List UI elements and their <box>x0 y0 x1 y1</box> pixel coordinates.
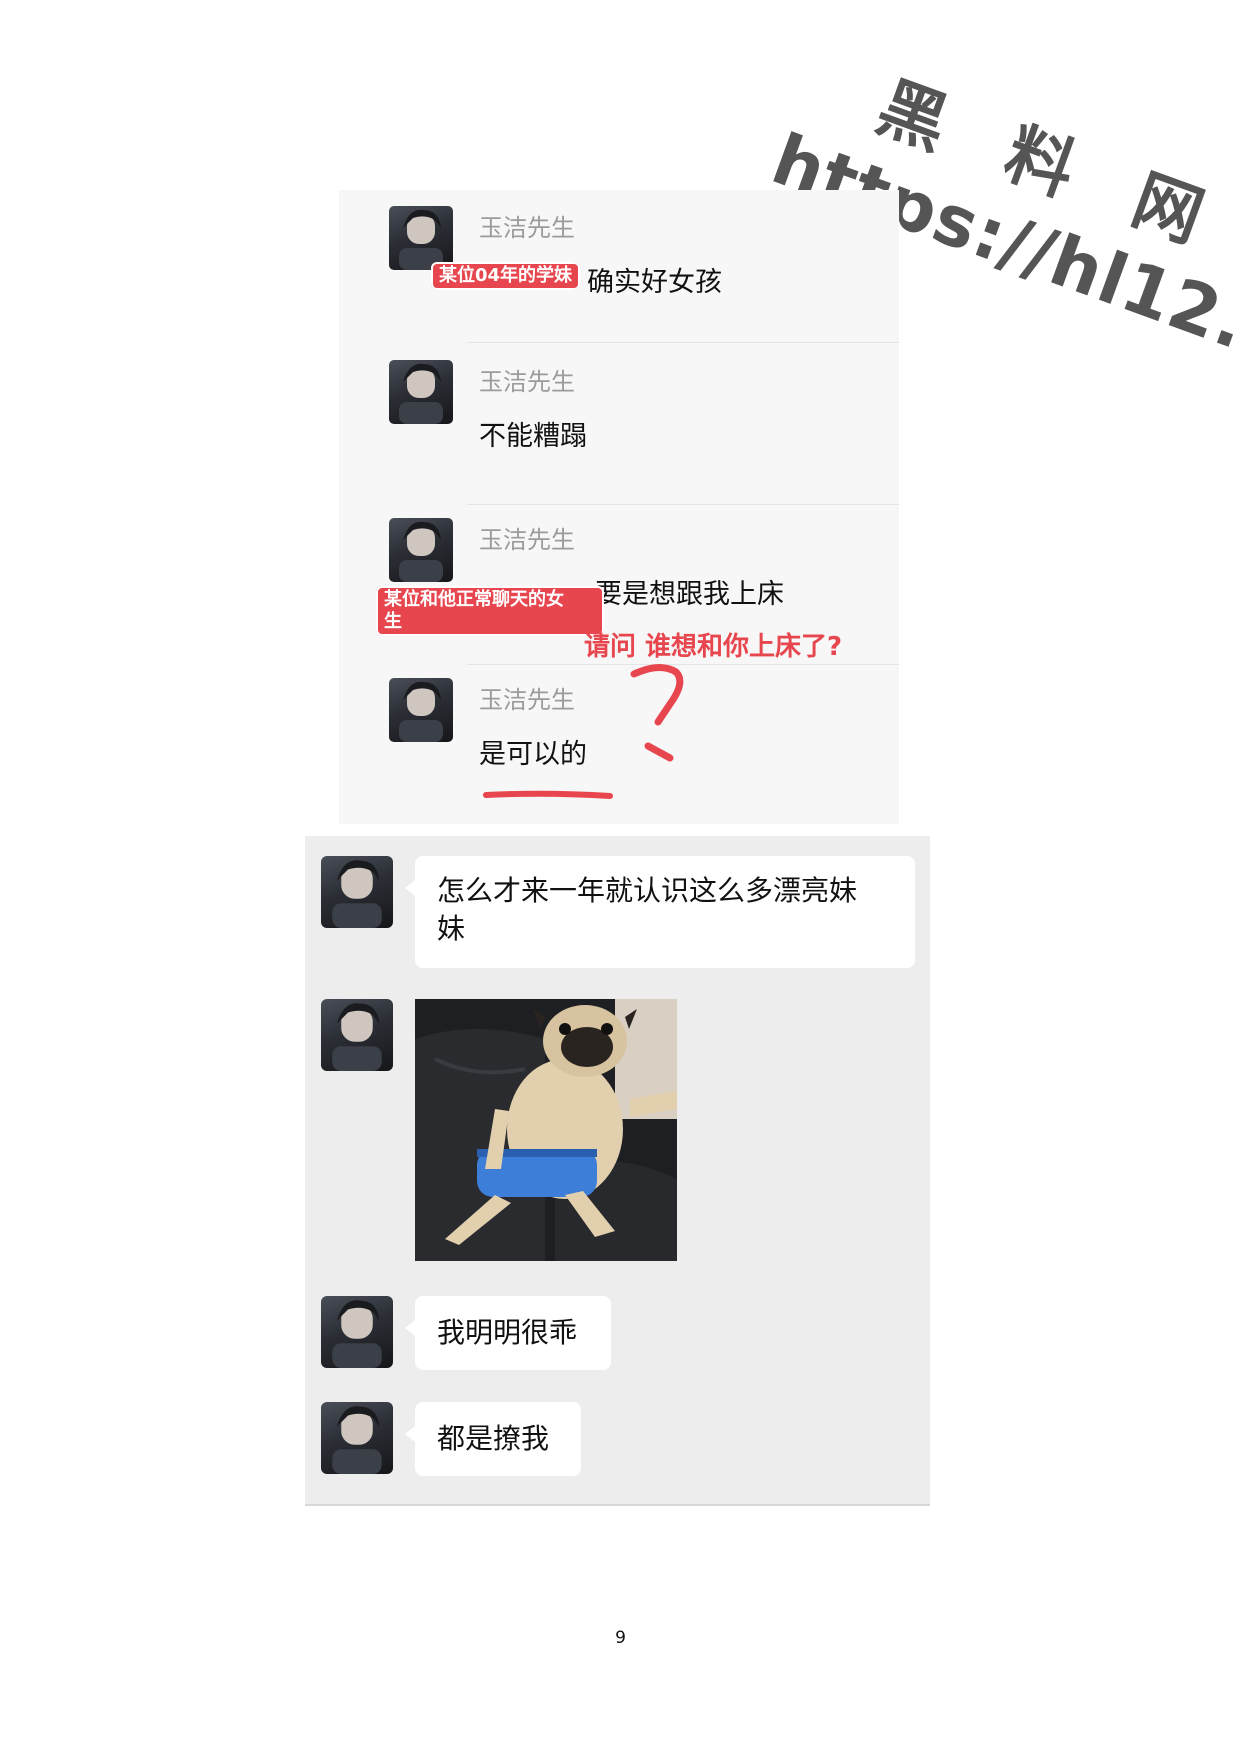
comment-list-screenshot: 玉洁先生 确实好女孩 玉洁先生 不能糟蹋 玉洁先生 要是想跟我上床 玉洁先生 是… <box>339 190 899 824</box>
avatar[interactable] <box>321 856 393 928</box>
avatar[interactable] <box>389 206 453 270</box>
page-number: 9 <box>615 1628 626 1648</box>
comment-item: 玉洁先生 确实好女孩 <box>339 190 899 352</box>
pug-sticker-icon[interactable] <box>415 999 677 1261</box>
avatar[interactable] <box>321 1296 393 1368</box>
commenter-name: 玉洁先生 <box>479 686 575 714</box>
redaction-label: 某位04年的学妹 <box>431 262 581 290</box>
avatar[interactable] <box>321 999 393 1071</box>
red-annotation: 请问 谁想和你上床了? <box>584 632 843 662</box>
commenter-name: 玉洁先生 <box>479 526 575 554</box>
divider <box>467 342 899 343</box>
avatar[interactable] <box>389 360 453 424</box>
chat-screenshot: 怎么才来一年就认识这么多漂亮妹 妹 我明明很乖 都是撩我 <box>305 836 930 1506</box>
message-text-line: 怎么才来一年就认识这么多漂亮妹 <box>437 874 858 907</box>
comment-text: 确实好女孩 <box>587 267 722 298</box>
avatar[interactable] <box>389 678 453 742</box>
message-text: 都是撩我 <box>437 1422 550 1455</box>
comment-text: 不能糟蹋 <box>479 421 587 452</box>
message-bubble[interactable]: 都是撩我 <box>405 1402 581 1476</box>
redaction-label-line: 某位和他正常聊天的女 <box>384 589 564 610</box>
redaction-label: 某位和他正常聊天的女 生 <box>376 586 604 636</box>
comment-text: 要是想跟我上床 <box>595 579 784 610</box>
divider <box>467 504 899 505</box>
avatar[interactable] <box>321 1402 393 1474</box>
message-bubble[interactable]: 我明明很乖 <box>405 1296 611 1370</box>
redaction-label-line: 生 <box>384 611 402 632</box>
hand-drawn-question-mark-icon <box>630 664 684 762</box>
message-bubble[interactable]: 怎么才来一年就认识这么多漂亮妹 妹 <box>405 856 915 968</box>
red-underline-icon <box>483 790 613 799</box>
comment-item: 玉洁先生 是可以的 <box>339 662 899 824</box>
comment-text: 是可以的 <box>479 739 587 770</box>
message-text-line: 妹 <box>437 912 466 945</box>
avatar[interactable] <box>389 518 453 582</box>
commenter-name: 玉洁先生 <box>479 368 575 396</box>
comment-item: 玉洁先生 不能糟蹋 <box>339 342 899 504</box>
message-text: 我明明很乖 <box>437 1316 578 1349</box>
commenter-name: 玉洁先生 <box>479 214 575 242</box>
